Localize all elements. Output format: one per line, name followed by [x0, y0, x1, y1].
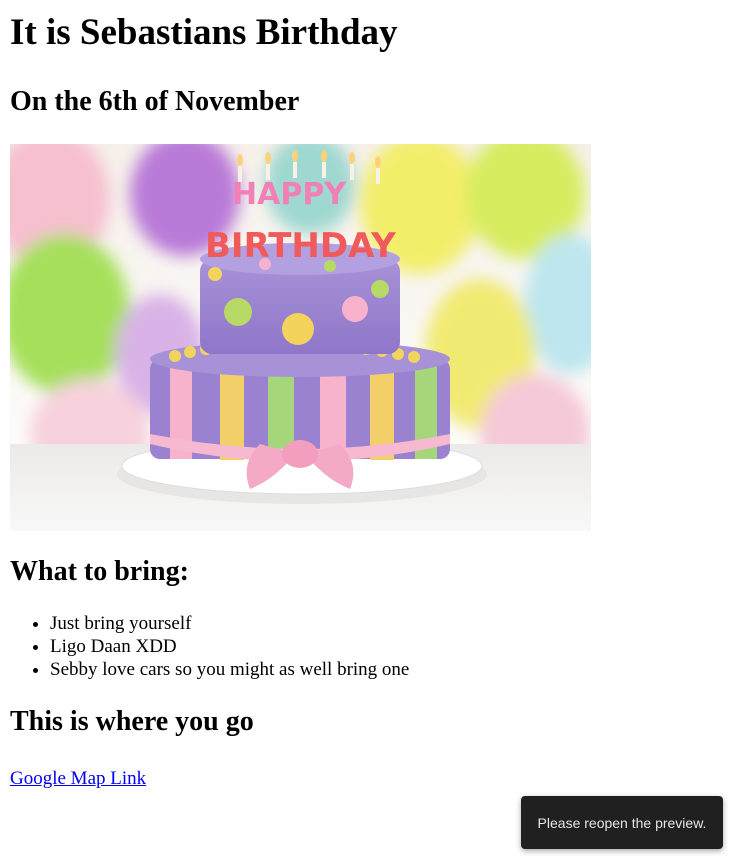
toast-message: Please reopen the preview.	[537, 814, 707, 831]
preview-toast: Please reopen the preview.	[521, 796, 723, 849]
bring-list: Just bring yourself Ligo Daan XDD Sebby …	[10, 612, 728, 681]
location-heading: This is where you go	[10, 706, 254, 737]
cake-letters-bottom: BIRTHDAY	[205, 226, 396, 266]
birthday-cake-image: HAPPY BIRTHDAY	[10, 144, 591, 531]
list-item: Ligo Daan XDD	[50, 635, 728, 658]
date-heading: On the 6th of November	[10, 86, 300, 117]
google-map-link[interactable]: Google Map Link	[10, 767, 146, 790]
page-content: It is Sebastians Birthday On the 6th of …	[0, 10, 738, 790]
list-item: Sebby love cars so you might as well bri…	[50, 658, 728, 681]
list-item: Just bring yourself	[50, 612, 728, 635]
bring-heading: What to bring:	[10, 556, 189, 587]
cake-letters-top: HAPPY	[232, 177, 347, 212]
page-title: It is Sebastians Birthday	[10, 12, 398, 53]
